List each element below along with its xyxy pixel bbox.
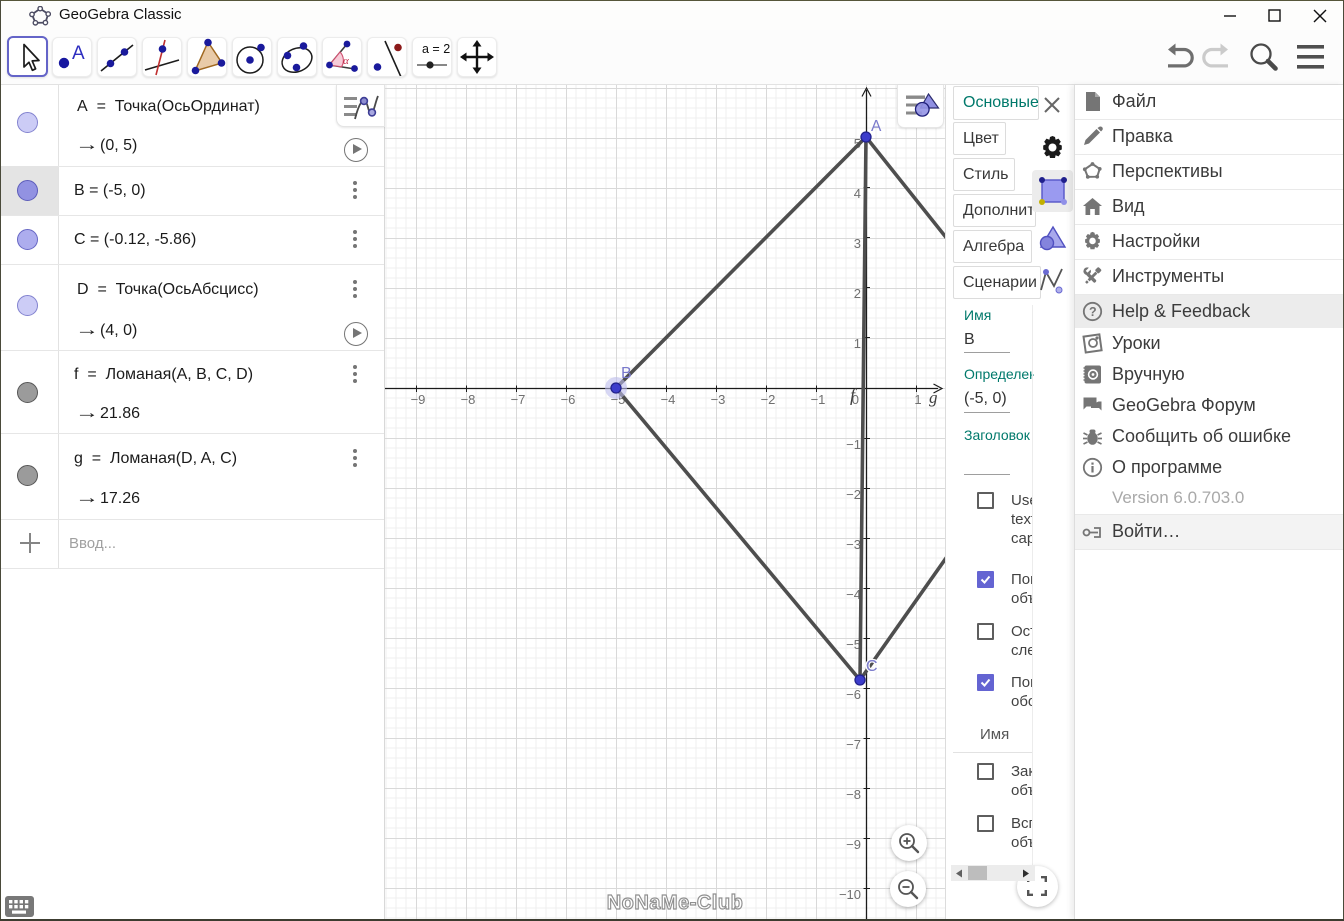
svg-text:−1: −1 (846, 437, 861, 452)
svg-text:B: B (621, 365, 632, 382)
svg-text:3: 3 (854, 236, 861, 251)
svg-text:−9: −9 (411, 392, 426, 407)
svg-text:−4: −4 (846, 587, 861, 602)
svg-text:−3: −3 (846, 537, 861, 552)
svg-text:−10: −10 (839, 887, 861, 902)
svg-text:−4: −4 (661, 392, 676, 407)
svg-text:1: 1 (854, 336, 861, 351)
svg-text:−8: −8 (461, 392, 476, 407)
svg-text:?: ? (1089, 305, 1097, 319)
svg-text:−2: −2 (761, 392, 776, 407)
svg-text:4: 4 (854, 186, 861, 201)
svg-text:A: A (871, 118, 882, 135)
svg-text:−7: −7 (846, 737, 861, 752)
svg-text:−3: −3 (711, 392, 726, 407)
svg-text:−8: −8 (846, 787, 861, 802)
svg-text:g: g (929, 388, 938, 407)
svg-text:A: A (72, 43, 85, 64)
svg-text:−6: −6 (846, 687, 861, 702)
svg-text:C: C (866, 658, 878, 675)
svg-text:−1: −1 (811, 392, 826, 407)
svg-text:−6: −6 (561, 392, 576, 407)
svg-text:a = 2: a = 2 (422, 42, 450, 56)
svg-text:−2: −2 (846, 487, 861, 502)
svg-text:−7: −7 (511, 392, 526, 407)
svg-text:α: α (343, 55, 349, 67)
svg-text:2: 2 (854, 286, 861, 301)
svg-text:1: 1 (914, 392, 921, 407)
svg-text:−9: −9 (846, 837, 861, 852)
